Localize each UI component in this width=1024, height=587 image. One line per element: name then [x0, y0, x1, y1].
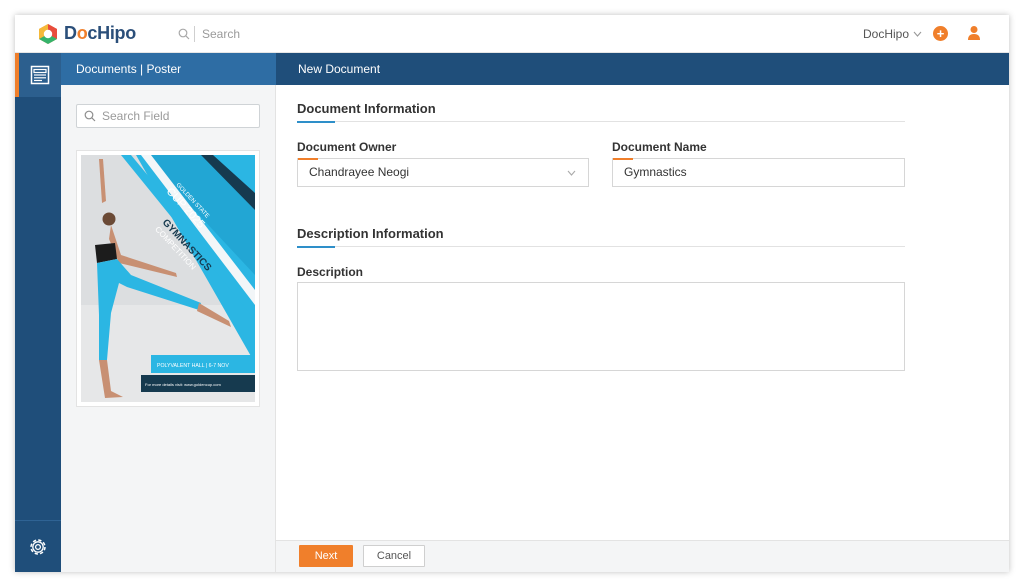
description-textarea[interactable] — [297, 282, 905, 371]
template-panel: Search Field GOLDEN STATE CUP 2025 GYMNA… — [61, 85, 276, 572]
document-name-field[interactable]: Gymnastics — [612, 158, 905, 187]
document-information-divider — [297, 121, 905, 123]
top-search-placeholder[interactable]: Search — [202, 27, 240, 41]
template-search-input[interactable]: Search Field — [76, 104, 260, 128]
dochipo-logo-icon — [39, 24, 57, 44]
description-information-divider — [297, 246, 905, 248]
document-name-value: Gymnastics — [624, 165, 687, 179]
search-icon — [178, 28, 190, 40]
form-footer: Next Cancel — [276, 540, 1009, 572]
chevron-down-icon — [567, 170, 576, 176]
breadcrumb: Documents | Poster — [61, 53, 276, 85]
cancel-button[interactable]: Cancel — [363, 545, 425, 567]
user-icon[interactable] — [967, 25, 981, 41]
poster-preview-image: GOLDEN STATE CUP 2025 GYMNASTICS COMPETI… — [81, 155, 255, 402]
description-label: Description — [297, 265, 364, 279]
search-divider — [194, 26, 195, 42]
document-information-title: Document Information — [297, 101, 436, 116]
sidebar-item-documents[interactable] — [15, 53, 61, 97]
gear-icon — [30, 538, 46, 555]
next-button[interactable]: Next — [299, 545, 353, 567]
template-thumbnail[interactable]: GOLDEN STATE CUP 2025 GYMNASTICS COMPETI… — [76, 150, 260, 407]
document-name-label: Document Name — [612, 140, 707, 154]
sidebar-item-settings[interactable] — [15, 520, 61, 572]
top-search[interactable]: Search — [178, 26, 240, 42]
brand-name[interactable]: DocHipo — [64, 23, 136, 44]
poster-venue-text: POLYVALENT HALL | 6-7 NOV — [157, 363, 229, 369]
account-menu[interactable]: DocHipo — [863, 27, 922, 41]
template-search-placeholder: Search Field — [102, 109, 170, 123]
page-title: New Document — [276, 53, 1009, 85]
top-bar: DocHipo Search DocHipo + — [15, 15, 1009, 53]
document-owner-label: Document Owner — [297, 140, 397, 154]
sidebar — [15, 53, 61, 572]
document-owner-value: Chandrayee Neogi — [309, 165, 410, 179]
description-information-title: Description Information — [297, 226, 444, 241]
account-menu-label[interactable]: DocHipo — [863, 27, 909, 41]
plus-circle-icon[interactable]: + — [933, 26, 948, 41]
search-icon — [84, 110, 96, 122]
document-owner-select[interactable]: Chandrayee Neogi — [297, 158, 589, 187]
document-icon — [30, 65, 50, 85]
poster-details-text: For more details visit: www.goldencup.co… — [145, 382, 221, 387]
chevron-down-icon — [913, 31, 922, 37]
app-window: DocHipo Search DocHipo + Documents | Pos… — [15, 15, 1009, 572]
